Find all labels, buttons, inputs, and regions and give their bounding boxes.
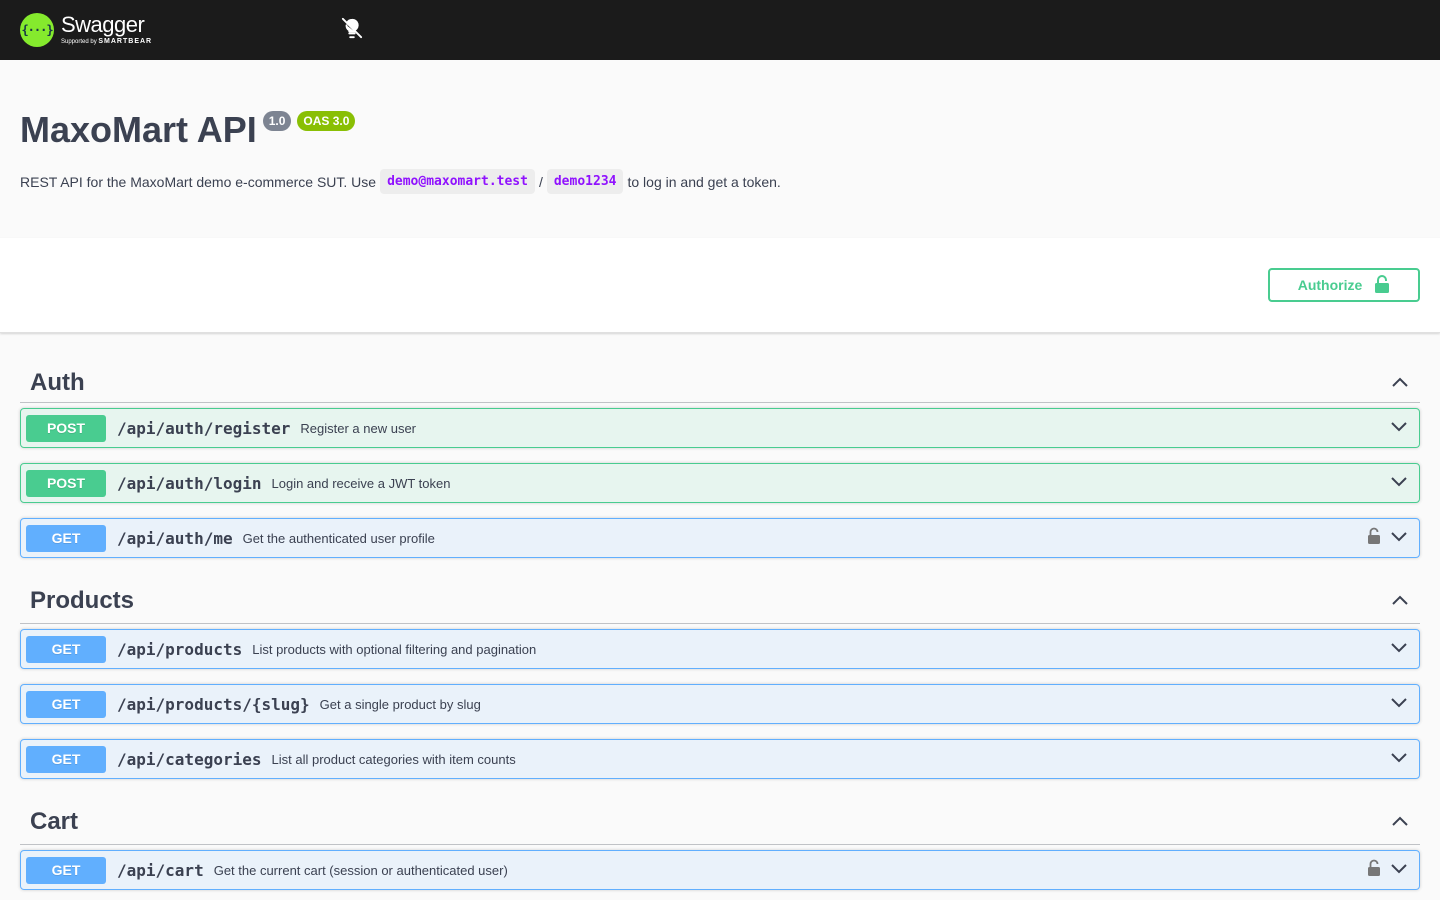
method-badge: GET: [26, 690, 106, 718]
tag-header[interactable]: Auth: [20, 363, 1420, 403]
operation-summary: Get the current cart (session or authent…: [213, 862, 508, 878]
operation-row[interactable]: POST/api/auth/login Login and receive a J…: [20, 463, 1420, 503]
operation-summary: List all product categories with item co…: [271, 751, 516, 767]
chevron-down-icon[interactable]: [1389, 747, 1409, 772]
oas-badge: OAS 3.0: [297, 111, 356, 131]
operation-row[interactable]: GET/api/auth/me Get the authenticated use…: [20, 518, 1420, 558]
method-badge: GET: [26, 635, 106, 663]
tag-section-cart: Cart GET/api/cart Get the current cart (se…: [20, 799, 1420, 890]
chevron-down-icon[interactable]: [1389, 637, 1409, 662]
chevron-down-icon[interactable]: [1389, 471, 1409, 496]
api-info: MaxoMart API 1.0 OAS 3.0 REST API for th…: [0, 60, 1440, 238]
tag-section-products: Products GET/api/products List products wi…: [20, 578, 1420, 779]
chevron-up-icon[interactable]: [1390, 373, 1410, 393]
swagger-logo[interactable]: {···} Swagger Supported by SMARTBEAR: [20, 13, 152, 47]
operation-path: /api/auth/me: [117, 528, 233, 548]
logo-name: Swagger: [61, 12, 145, 37]
method-badge: GET: [26, 524, 106, 552]
unlock-icon: [1374, 274, 1390, 296]
method-badge: POST: [26, 469, 106, 497]
authorize-button[interactable]: Authorize: [1268, 268, 1420, 302]
tag-name: Auth: [30, 368, 85, 396]
chevron-down-icon[interactable]: [1389, 526, 1409, 551]
operations-list: Auth POST/api/auth/register Register a new…: [0, 363, 1440, 890]
operation-path: /api/categories: [117, 749, 262, 769]
operation-summary: Get a single product by slug: [319, 696, 481, 712]
lock-icon[interactable]: [1367, 859, 1381, 882]
operation-path: /api/auth/login: [117, 473, 262, 493]
api-description: REST API for the MaxoMart demo e-commerc…: [20, 169, 1420, 194]
method-badge: POST: [26, 414, 106, 442]
logo-supported: Supported by SMARTBEAR: [61, 38, 152, 46]
operation-summary: List products with optional filtering an…: [252, 641, 537, 657]
tag-section-auth: Auth POST/api/auth/register Register a new…: [20, 363, 1420, 558]
operation-row[interactable]: GET/api/products/{slug} Get a single prod…: [20, 684, 1420, 724]
page-title: MaxoMart API: [20, 109, 257, 150]
tag-name: Cart: [30, 807, 79, 835]
swagger-logo-icon: {···}: [20, 13, 54, 47]
topbar: {···} Swagger Supported by SMARTBEAR: [0, 0, 1440, 60]
description-separator: /: [538, 173, 543, 190]
demo-email-code: demo@maxomart.test: [380, 169, 535, 194]
operation-row[interactable]: GET/api/categories List all product categ…: [20, 739, 1420, 779]
demo-password-code: demo1234: [546, 169, 624, 194]
operation-row[interactable]: GET/api/cart Get the current cart (sessio…: [20, 850, 1420, 890]
swagger-logo-text: Swagger Supported by SMARTBEAR: [61, 14, 152, 46]
operation-path: /api/cart: [117, 860, 204, 880]
operation-path: /api/auth/register: [117, 418, 291, 438]
operation-row[interactable]: POST/api/auth/register Register a new use…: [20, 408, 1420, 448]
version-badge: 1.0: [262, 111, 292, 131]
logo-company: SMARTBEAR: [98, 38, 153, 45]
logo-supported-text: Supported by: [61, 39, 97, 45]
chevron-down-icon[interactable]: [1389, 416, 1409, 441]
lock-icon[interactable]: [1367, 527, 1381, 550]
method-badge: GET: [26, 745, 106, 773]
operation-row[interactable]: GET/api/products List products with optio…: [20, 629, 1420, 669]
scheme-container: Authorize: [0, 238, 1440, 333]
method-badge: GET: [26, 856, 106, 884]
tag-header[interactable]: Products: [20, 578, 1420, 624]
operation-summary: Login and receive a JWT token: [271, 475, 451, 491]
tag-name: Products: [30, 586, 135, 614]
chevron-down-icon[interactable]: [1389, 858, 1409, 883]
chevron-down-icon[interactable]: [1389, 692, 1409, 717]
description-prefix: REST API for the MaxoMart demo e-commerc…: [20, 173, 377, 190]
chevron-up-icon[interactable]: [1390, 812, 1410, 832]
operation-summary: Get the authenticated user profile: [242, 530, 435, 546]
chevron-up-icon[interactable]: [1390, 591, 1410, 611]
description-suffix: to log in and get a token.: [627, 173, 781, 190]
tag-header[interactable]: Cart: [20, 799, 1420, 845]
authorize-label: Authorize: [1297, 277, 1363, 293]
lightbulb-off-icon[interactable]: [341, 17, 363, 39]
operation-path: /api/products/{slug}: [117, 694, 310, 714]
operation-summary: Register a new user: [300, 420, 417, 436]
operation-path: /api/products: [117, 639, 243, 659]
